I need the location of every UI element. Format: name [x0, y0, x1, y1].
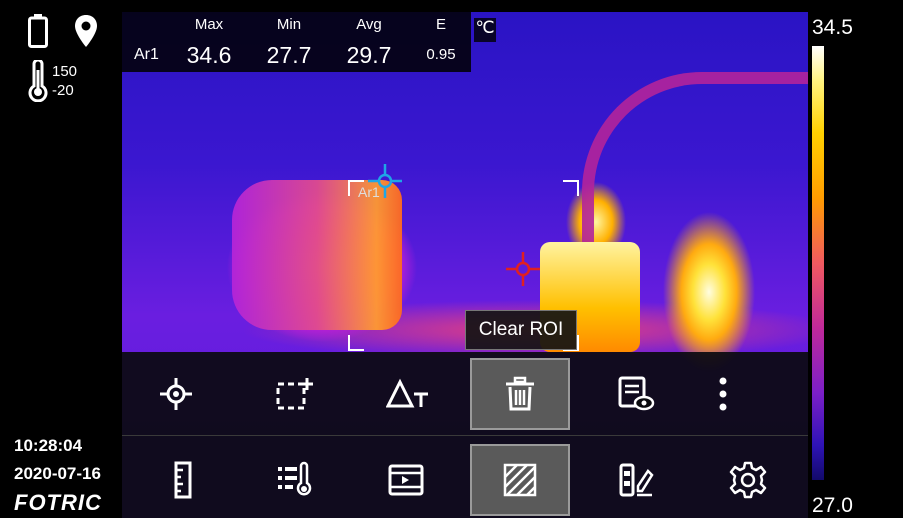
toolbar-panel — [122, 352, 808, 518]
value-avg: 29.7 — [346, 42, 392, 68]
ruler-icon — [174, 461, 192, 499]
brand-logo: FOTRIC — [14, 490, 102, 515]
film-icon — [388, 464, 424, 496]
add-area-icon — [276, 378, 313, 410]
palette-edit-button[interactable] — [586, 444, 686, 516]
temp-range-max: 150 — [52, 63, 78, 80]
delta-t-icon — [386, 378, 428, 408]
header-avg: Avg — [356, 16, 382, 33]
clear-roi-tooltip: Clear ROI — [465, 310, 577, 350]
more-options-button[interactable] — [698, 358, 748, 430]
more-vertical-icon — [719, 377, 727, 411]
roi-corner-bl — [348, 335, 364, 351]
palette-edit-icon — [619, 463, 654, 497]
settings-button[interactable] — [698, 444, 798, 516]
status-panel: 150 -20 10:28:04 2020-07-16 FOTRIC — [0, 0, 122, 518]
thermometer-icon — [28, 60, 48, 102]
header-max: Max — [194, 16, 224, 33]
clock-time: 10:28:04 — [14, 436, 83, 455]
region-name: Ar1 — [134, 46, 159, 63]
clock-date: 2020-07-16 — [14, 464, 101, 483]
gear-icon — [729, 461, 767, 499]
value-max: 34.6 — [186, 42, 232, 68]
temp-list-icon — [278, 461, 312, 496]
scale-min: 27.0 — [812, 494, 853, 517]
ruler-button[interactable] — [132, 444, 232, 516]
hatch-area-button[interactable] — [470, 444, 570, 516]
spot-measure-button[interactable] — [126, 358, 226, 430]
location-pin-icon — [75, 15, 97, 47]
color-scale-bar[interactable] — [812, 46, 824, 480]
max-temp-crosshair-icon[interactable] — [368, 164, 402, 198]
value-emissivity: 0.95 — [426, 46, 456, 63]
video-button[interactable] — [356, 444, 456, 516]
value-min: 27.7 — [266, 42, 312, 68]
view-report-button[interactable] — [586, 358, 686, 430]
temp-list-button[interactable] — [244, 444, 344, 516]
min-temp-crosshair-icon[interactable] — [506, 252, 540, 286]
delta-t-button[interactable] — [358, 358, 458, 430]
measurement-panel: Max Min Avg E Ar1 34.6 27.7 29.7 0.95 — [122, 12, 471, 72]
hatch-area-icon — [503, 463, 537, 497]
trash-icon — [506, 376, 534, 411]
scale-max: 34.5 — [812, 16, 853, 39]
header-emissivity: E — [435, 16, 446, 33]
clear-roi-button[interactable] — [470, 358, 570, 430]
roi-corner-tr — [563, 180, 579, 196]
battery-icon — [28, 14, 48, 48]
header-min: Min — [276, 16, 302, 33]
crosshair-icon — [160, 378, 192, 410]
toolbar-divider — [122, 435, 808, 436]
report-eye-icon — [618, 376, 655, 411]
add-area-button[interactable] — [244, 358, 344, 430]
temp-range-min: -20 — [52, 82, 74, 99]
unit-label: ℃ — [474, 18, 496, 42]
